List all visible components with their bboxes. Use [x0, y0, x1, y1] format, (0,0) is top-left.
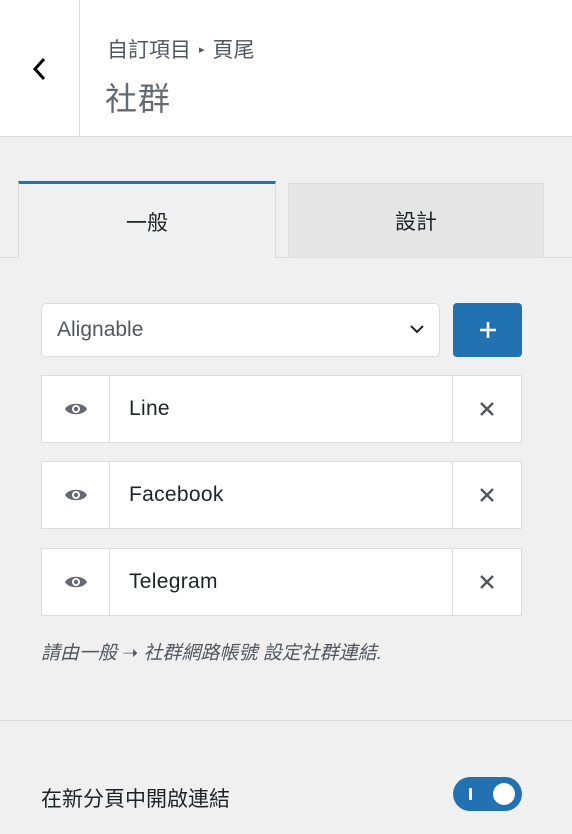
list-item-label[interactable]: Line — [129, 376, 170, 442]
plus-icon — [479, 322, 496, 338]
chevron-down-icon — [410, 325, 424, 334]
open-new-tab-label: 在新分頁中開啟連結 — [41, 788, 230, 811]
list-item-label[interactable]: Facebook — [129, 462, 224, 528]
list-item: Facebook — [41, 461, 522, 529]
toggle-knob — [493, 783, 515, 805]
network-select[interactable]: Alignable — [41, 303, 440, 357]
remove-button[interactable] — [452, 462, 521, 528]
section-divider — [0, 720, 572, 721]
remove-button[interactable] — [452, 376, 521, 442]
breadcrumb: 自訂項目 ▸ 頁尾 — [107, 34, 255, 64]
close-icon — [480, 575, 494, 589]
visibility-toggle[interactable] — [42, 462, 110, 528]
list-item: Telegram — [41, 548, 522, 616]
page-title: 社群 — [105, 81, 172, 117]
list-item: Line — [41, 375, 522, 443]
chevron-left-icon — [32, 57, 45, 80]
eye-icon — [64, 576, 87, 588]
tab-design[interactable]: 設計 — [288, 183, 544, 258]
customizer-header: 自訂項目 ▸ 頁尾 社群 — [0, 0, 572, 137]
network-select-value: Alignable — [57, 318, 144, 341]
eye-icon — [64, 489, 87, 501]
visibility-toggle[interactable] — [42, 549, 110, 615]
breadcrumb-separator-icon: ▸ — [199, 43, 205, 56]
toggle-on-indicator-icon — [469, 788, 472, 800]
add-network-button[interactable] — [453, 303, 522, 357]
hint-text: 請由一般 ➝ 社群網路帳號 設定社群連結. — [41, 643, 383, 664]
visibility-toggle[interactable] — [42, 376, 110, 442]
tab-general[interactable]: 一般 — [18, 181, 276, 259]
list-item-label[interactable]: Telegram — [129, 549, 218, 615]
open-new-tab-toggle[interactable] — [453, 777, 522, 811]
close-icon — [480, 402, 494, 416]
breadcrumb-parent: 自訂項目 — [107, 39, 191, 62]
close-icon — [480, 488, 494, 502]
eye-icon — [64, 403, 87, 415]
back-button[interactable] — [0, 0, 80, 137]
breadcrumb-child: 頁尾 — [212, 39, 255, 62]
remove-button[interactable] — [452, 549, 521, 615]
